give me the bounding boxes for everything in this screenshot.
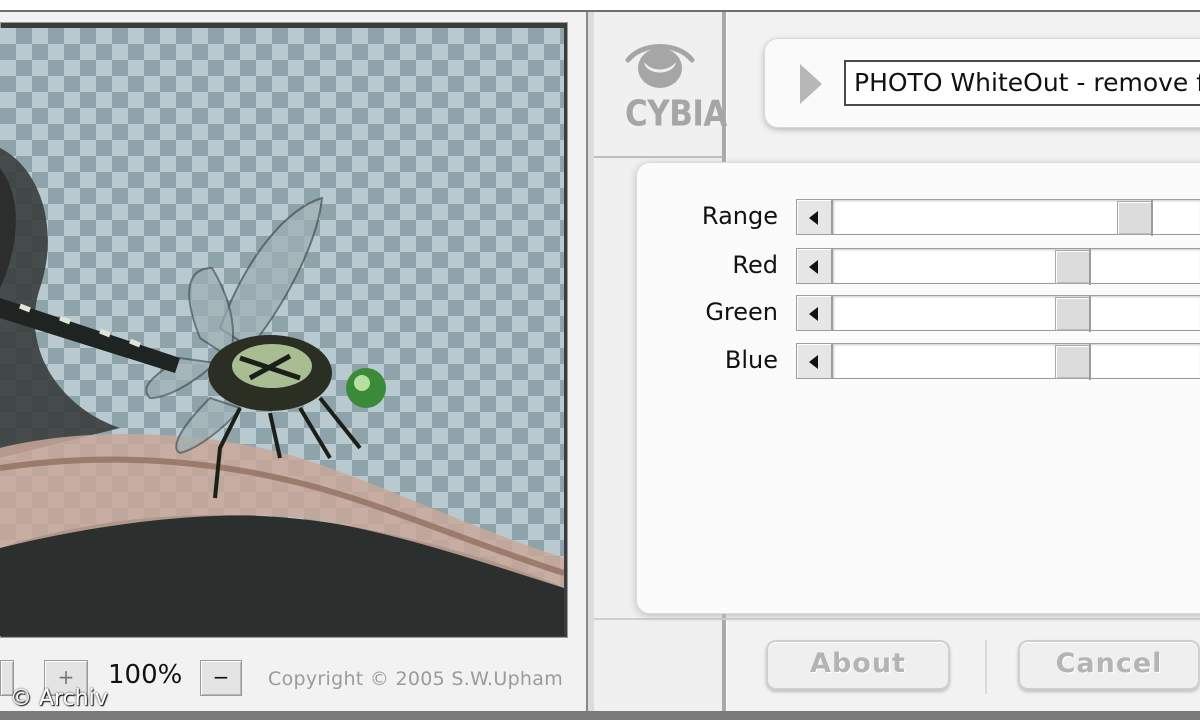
- blue-label: Blue: [724, 346, 778, 374]
- button-separator: [985, 640, 987, 694]
- red-label: Red: [732, 251, 778, 279]
- about-button[interactable]: About: [766, 640, 950, 690]
- zoom-out-button[interactable]: −: [200, 660, 242, 696]
- red-slider[interactable]: [832, 248, 1200, 285]
- logo-text: CYBIA: [625, 93, 727, 135]
- plugin-title-field[interactable]: PHOTO WhiteOut - remove fro: [844, 60, 1200, 106]
- copyright-text: Copyright © 2005 S.W.Upham: [268, 668, 564, 690]
- blue-slider[interactable]: [832, 343, 1200, 380]
- range-decrease-button[interactable]: [796, 199, 832, 235]
- red-slider-thumb[interactable]: [1055, 250, 1091, 284]
- green-slider[interactable]: [832, 295, 1200, 332]
- cancel-button[interactable]: Cancel: [1018, 640, 1200, 690]
- dragonfly-image: [0, 148, 564, 636]
- range-slider[interactable]: [832, 199, 1200, 236]
- range-label: Range: [701, 202, 778, 230]
- blue-slider-thumb[interactable]: [1055, 345, 1091, 379]
- green-decrease-button[interactable]: [796, 295, 832, 331]
- logo-divider: [594, 156, 722, 158]
- green-label: Green: [705, 298, 778, 326]
- preview-image[interactable]: [0, 28, 564, 636]
- window-top-border: [0, 0, 1200, 12]
- red-decrease-button[interactable]: [796, 248, 832, 284]
- blue-slider-divider: [1089, 344, 1091, 380]
- eye-logo-icon: [625, 44, 695, 88]
- play-icon[interactable]: [800, 64, 822, 104]
- range-slider-divider: [1151, 200, 1153, 236]
- green-slider-thumb[interactable]: [1055, 297, 1091, 331]
- range-slider-thumb[interactable]: [1117, 201, 1153, 235]
- green-slider-divider: [1089, 296, 1091, 332]
- blue-decrease-button[interactable]: [796, 343, 832, 379]
- bottom-divider: [594, 618, 1200, 620]
- red-slider-divider: [1089, 249, 1091, 285]
- window-bottom-border: [0, 711, 1200, 720]
- archiv-watermark: © Archiv: [10, 686, 108, 711]
- zoom-level: 100%: [108, 660, 183, 690]
